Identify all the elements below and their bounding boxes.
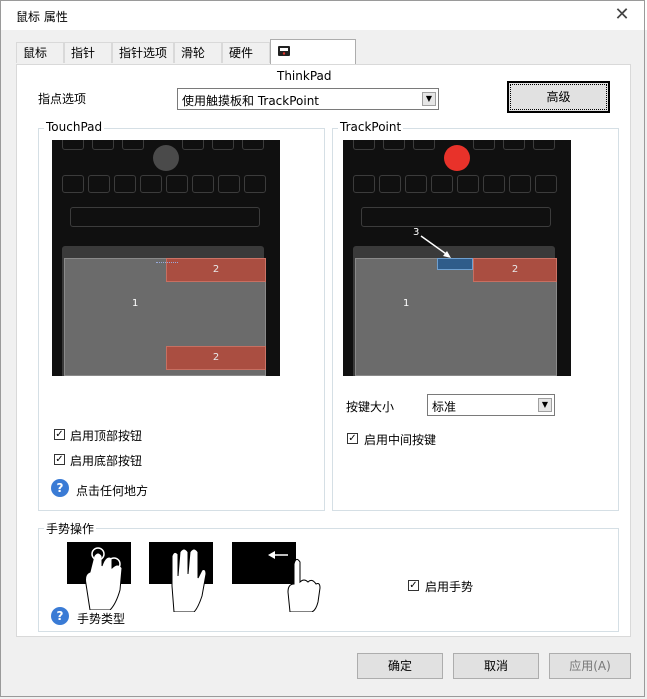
window-title: 鼠标 属性 xyxy=(16,10,68,24)
spacebar xyxy=(70,207,260,227)
thinkpad-icon xyxy=(278,46,290,56)
cancel-button[interactable]: 取消 xyxy=(453,653,539,679)
enable-gestures-label: 启用手势 xyxy=(425,580,474,594)
trackpoint-main-zone-label: 1 xyxy=(403,298,410,309)
pointing-options-value: 使用触摸板和 TrackPoint xyxy=(182,94,320,108)
close-icon[interactable]: ✕ xyxy=(607,4,637,25)
pointing-options-select[interactable]: 使用触摸板和 TrackPoint ▼ xyxy=(177,88,439,110)
title-bar xyxy=(0,0,647,30)
touchpad-top-zone: 2 xyxy=(166,258,266,282)
ok-button[interactable]: 确定 xyxy=(357,653,443,679)
enable-top-buttons-checkbox[interactable]: ✓ xyxy=(54,429,65,440)
trackpoint-right-zone: 2 xyxy=(473,258,557,282)
trackpoint-dot xyxy=(153,145,179,171)
enable-top-buttons-label: 启用顶部按钮 xyxy=(70,429,143,443)
divider-dots xyxy=(156,262,178,263)
touchpad-bottom-zone: 2 xyxy=(166,346,266,370)
trackpoint-illustration: 2 1 3 xyxy=(343,140,571,376)
tab-hardware[interactable]: 硬件 xyxy=(222,42,270,63)
trackpoint-group-title: TrackPoint xyxy=(338,120,404,134)
key-size-label: 按键大小 xyxy=(346,400,395,414)
touchpad-main-zone-label: 1 xyxy=(132,298,139,309)
help-icon[interactable]: ? xyxy=(51,479,69,497)
chevron-down-icon: ▼ xyxy=(538,398,552,412)
enable-bottom-buttons-checkbox[interactable]: ✓ xyxy=(54,454,65,465)
key-size-value: 标准 xyxy=(432,400,457,414)
apply-button[interactable]: 应用(A) xyxy=(549,653,631,679)
callout-arrow-icon xyxy=(420,235,451,258)
hand-three-finger-icon xyxy=(171,548,207,612)
touchpad-group-title: TouchPad xyxy=(44,120,105,134)
trackpoint-dot xyxy=(444,145,470,171)
hand-rotate-icon xyxy=(85,547,123,610)
gestures-group-title: 手势操作 xyxy=(44,520,97,537)
tab-pointers[interactable]: 指针 xyxy=(64,42,112,63)
touchpad-illustration: 2 2 1 xyxy=(52,140,280,376)
key-size-select[interactable]: 标准 ▼ xyxy=(427,394,555,416)
tab-pointer-options[interactable]: 指针选项 xyxy=(112,42,174,63)
spacebar xyxy=(361,207,551,227)
chevron-down-icon: ▼ xyxy=(422,92,436,106)
tab-mouse-buttons[interactable]: 鼠标键 xyxy=(16,42,64,81)
enable-middle-button-checkbox[interactable]: ✓ xyxy=(347,433,358,444)
hand-swipe-icon xyxy=(287,558,321,612)
tab-thinkpad[interactable]: ThinkPad xyxy=(270,39,356,83)
pointing-options-label: 指点选项 xyxy=(38,92,87,106)
advanced-button[interactable]: 高级 xyxy=(507,81,610,113)
enable-bottom-buttons-label: 启用底部按钮 xyxy=(70,454,143,468)
enable-middle-button-label: 启用中间按键 xyxy=(364,433,437,447)
help-icon[interactable]: ? xyxy=(51,607,69,625)
enable-gestures-checkbox[interactable]: ✓ xyxy=(408,580,419,591)
gesture-types-link[interactable]: 手势类型 xyxy=(77,610,125,627)
click-anywhere-link[interactable]: 点击任何地方 xyxy=(76,482,148,499)
tab-wheel[interactable]: 滑轮 xyxy=(174,42,222,63)
